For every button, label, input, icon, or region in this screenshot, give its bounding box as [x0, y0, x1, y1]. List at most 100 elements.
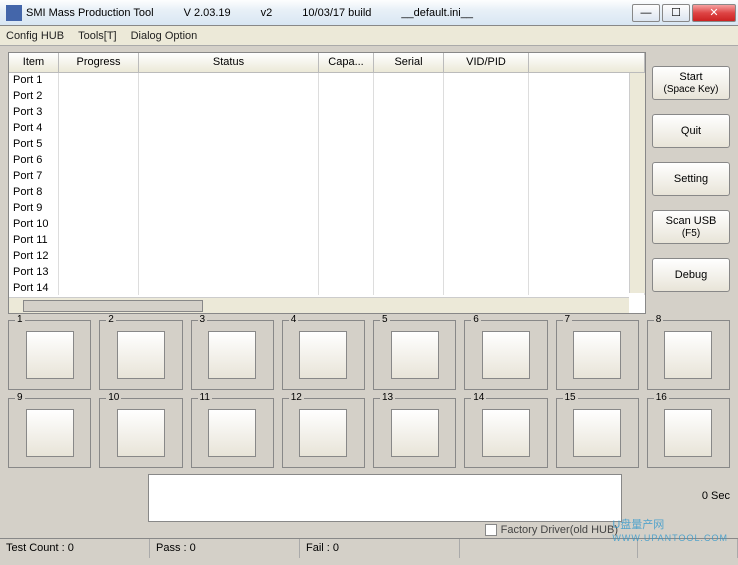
status-pass: Pass : 0 — [150, 539, 300, 558]
col-vidpid[interactable]: VID/PID — [444, 53, 529, 72]
factory-driver-checkbox[interactable] — [485, 524, 497, 536]
port-indicator[interactable] — [208, 331, 256, 379]
scroll-thumb[interactable] — [23, 300, 203, 312]
table-row[interactable]: Port 6 — [9, 153, 645, 169]
table-row[interactable]: Port 1 — [9, 73, 645, 89]
port-slot-1: 1 — [8, 320, 91, 390]
table-row[interactable]: Port 10 — [9, 217, 645, 233]
table-row[interactable]: Port 12 — [9, 249, 645, 265]
col-extra[interactable] — [529, 53, 645, 72]
port-table: Item Progress Status Capa... Serial VID/… — [8, 52, 646, 314]
port-indicator[interactable] — [573, 331, 621, 379]
cell-item: Port 14 — [9, 281, 59, 295]
status-fail: Fail : 0 — [300, 539, 460, 558]
port-slot-9: 9 — [8, 398, 91, 468]
port-slot-11: 11 — [191, 398, 274, 468]
table-row[interactable]: Port 4 — [9, 121, 645, 137]
vertical-scrollbar[interactable] — [629, 73, 645, 293]
port-indicator[interactable] — [299, 409, 347, 457]
col-status[interactable]: Status — [139, 53, 319, 72]
close-button[interactable]: ✕ — [692, 4, 736, 22]
port-indicator[interactable] — [482, 409, 530, 457]
port-label: 5 — [380, 314, 390, 325]
app-config: __default.ini__ — [401, 7, 503, 19]
debug-button[interactable]: Debug — [652, 258, 730, 292]
port-label: 2 — [106, 314, 116, 325]
minimize-button[interactable]: — — [632, 4, 660, 22]
table-row[interactable]: Port 3 — [9, 105, 645, 121]
port-label: 11 — [198, 392, 212, 403]
col-item[interactable]: Item — [9, 53, 59, 72]
cell-item: Port 13 — [9, 265, 59, 281]
port-label: 1 — [15, 314, 25, 325]
port-label: 8 — [654, 314, 664, 325]
col-serial[interactable]: Serial — [374, 53, 444, 72]
cell-item: Port 12 — [9, 249, 59, 265]
cell-item: Port 5 — [9, 137, 59, 153]
menu-dialog-option[interactable]: Dialog Option — [131, 30, 198, 42]
port-label: 9 — [15, 392, 25, 403]
port-slot-15: 15 — [556, 398, 639, 468]
maximize-button[interactable]: ☐ — [662, 4, 690, 22]
menu-tools[interactable]: Tools[T] — [78, 30, 117, 42]
app-title: SMI Mass Production Tool — [26, 7, 184, 19]
table-row[interactable]: Port 14 — [9, 281, 645, 295]
port-slot-6: 6 — [464, 320, 547, 390]
port-indicator[interactable] — [26, 331, 74, 379]
port-indicator[interactable] — [299, 331, 347, 379]
table-row[interactable]: Port 11 — [9, 233, 645, 249]
table-row[interactable]: Port 5 — [9, 137, 645, 153]
port-indicator[interactable] — [664, 331, 712, 379]
port-slot-5: 5 — [373, 320, 456, 390]
menu-config-hub[interactable]: Config HUB — [6, 30, 64, 42]
port-indicator[interactable] — [391, 331, 439, 379]
log-textarea[interactable] — [148, 474, 622, 522]
cell-item: Port 8 — [9, 185, 59, 201]
port-slot-3: 3 — [191, 320, 274, 390]
status-right — [638, 539, 738, 558]
port-label: 15 — [563, 392, 578, 403]
port-indicator[interactable] — [573, 409, 621, 457]
port-indicator[interactable] — [482, 331, 530, 379]
col-capacity[interactable]: Capa... — [319, 53, 374, 72]
port-label: 12 — [289, 392, 304, 403]
menu-bar: Config HUB Tools[T] Dialog Option — [0, 26, 738, 46]
cell-item: Port 4 — [9, 121, 59, 137]
port-label: 16 — [654, 392, 669, 403]
port-slot-2: 2 — [99, 320, 182, 390]
quit-button[interactable]: Quit — [652, 114, 730, 148]
port-indicator[interactable] — [117, 331, 165, 379]
title-bar: SMI Mass Production Tool V 2.03.19 v2 10… — [0, 0, 738, 26]
setting-button[interactable]: Setting — [652, 162, 730, 196]
port-label: 3 — [198, 314, 208, 325]
cell-item: Port 7 — [9, 169, 59, 185]
table-row[interactable]: Port 2 — [9, 89, 645, 105]
cell-item: Port 1 — [9, 73, 59, 89]
port-slot-12: 12 — [282, 398, 365, 468]
table-row[interactable]: Port 7 — [9, 169, 645, 185]
cell-item: Port 2 — [9, 89, 59, 105]
port-indicator[interactable] — [664, 409, 712, 457]
port-indicator[interactable] — [117, 409, 165, 457]
port-label: 10 — [106, 392, 121, 403]
start-button[interactable]: Start(Space Key) — [652, 66, 730, 100]
app-subversion: v2 — [261, 7, 303, 19]
port-slot-14: 14 — [464, 398, 547, 468]
port-label: 6 — [471, 314, 481, 325]
port-label: 4 — [289, 314, 299, 325]
scan-usb-button[interactable]: Scan USB(F5) — [652, 210, 730, 244]
port-label: 13 — [380, 392, 395, 403]
table-row[interactable]: Port 13 — [9, 265, 645, 281]
port-slot-10: 10 — [99, 398, 182, 468]
table-row[interactable]: Port 8 — [9, 185, 645, 201]
horizontal-scrollbar[interactable] — [9, 297, 629, 313]
port-slot-13: 13 — [373, 398, 456, 468]
port-indicator[interactable] — [26, 409, 74, 457]
port-indicator[interactable] — [391, 409, 439, 457]
cell-item: Port 9 — [9, 201, 59, 217]
status-bar: Test Count : 0 Pass : 0 Fail : 0 — [0, 538, 738, 558]
col-progress[interactable]: Progress — [59, 53, 139, 72]
port-slot-7: 7 — [556, 320, 639, 390]
port-indicator[interactable] — [208, 409, 256, 457]
table-row[interactable]: Port 9 — [9, 201, 645, 217]
